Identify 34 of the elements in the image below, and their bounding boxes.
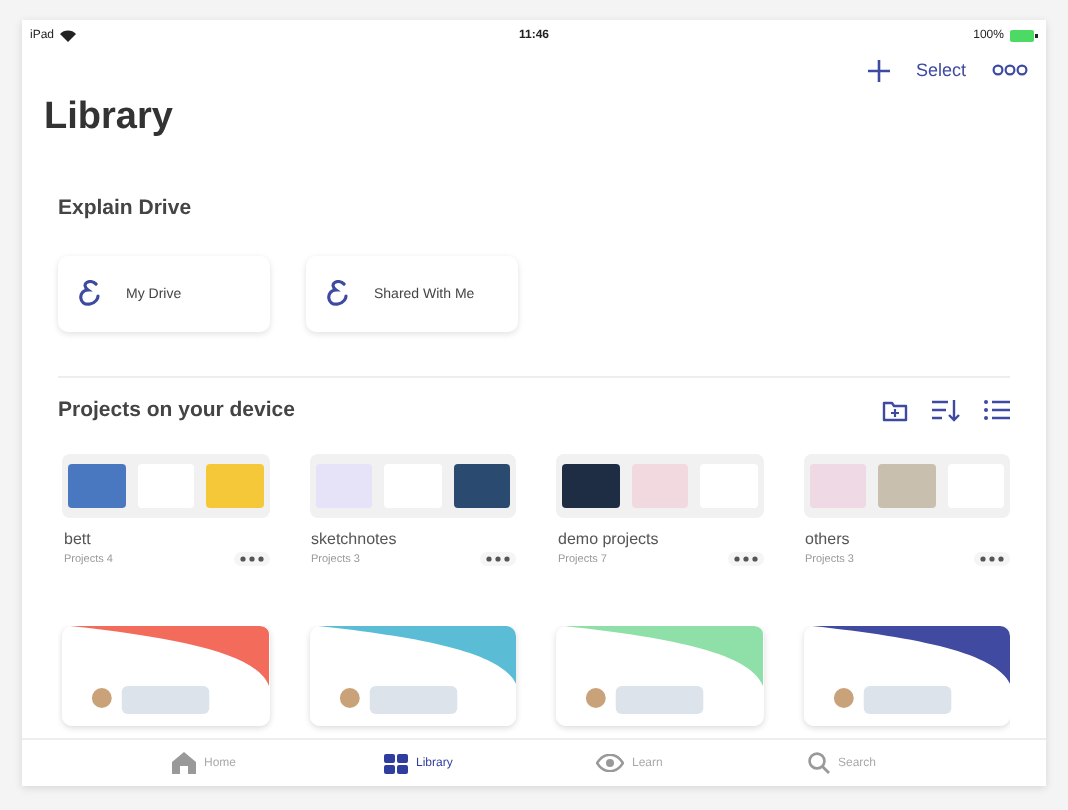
more-button[interactable] — [974, 552, 1010, 566]
home-icon — [172, 752, 196, 774]
add-icon[interactable] — [867, 59, 890, 81]
page-title: Library — [44, 96, 175, 140]
more-icon[interactable] — [992, 64, 1028, 76]
more-icon — [980, 556, 1004, 562]
list-icon[interactable] — [984, 400, 1010, 420]
sort-icon[interactable] — [932, 399, 960, 421]
search-icon — [808, 752, 830, 774]
more-button[interactable] — [480, 552, 516, 566]
more-icon — [486, 556, 510, 562]
more-icon — [733, 556, 757, 562]
folder-name: demo projects — [558, 530, 659, 548]
new-folder-icon[interactable] — [882, 399, 908, 421]
folder-thumbnail[interactable] — [62, 454, 269, 518]
more-icon — [239, 556, 263, 562]
select-link[interactable]: Select — [915, 60, 966, 80]
logo-icon — [78, 280, 102, 308]
logo-icon — [326, 280, 350, 308]
folder-name: others — [805, 530, 852, 548]
folder-thumbnail[interactable] — [309, 454, 516, 518]
folder-name: sketchnotes — [311, 530, 397, 548]
more-button[interactable] — [727, 552, 763, 566]
more-button[interactable] — [233, 552, 269, 566]
folder-thumbnail[interactable] — [556, 454, 763, 518]
section-title: Projects on your device — [58, 398, 295, 422]
folder-thumbnail[interactable] — [803, 454, 1010, 518]
wifi-icon — [60, 29, 77, 41]
battery-icon — [1009, 29, 1038, 41]
lesson-card-drawing[interactable] — [803, 626, 1010, 726]
section-title: Explain Drive — [58, 196, 194, 220]
grid-icon — [384, 753, 408, 773]
folder-name: bett — [64, 530, 93, 548]
eye-icon — [596, 754, 624, 772]
